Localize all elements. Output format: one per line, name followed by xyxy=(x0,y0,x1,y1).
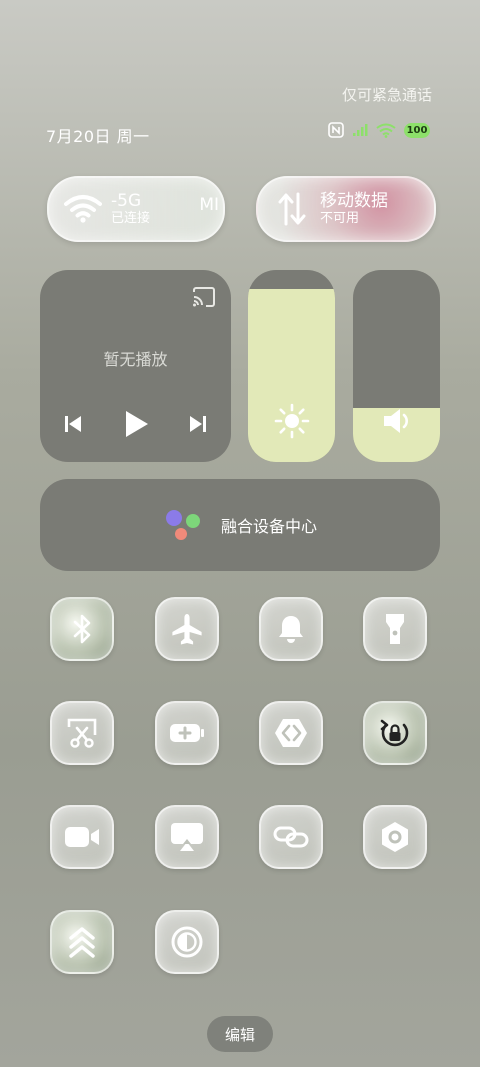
fusion-device-center[interactable]: 融合设备中心 xyxy=(40,479,440,571)
airplane-toggle[interactable] xyxy=(155,597,219,661)
settings-hex-toggle[interactable] xyxy=(363,805,427,869)
video-icon xyxy=(64,824,100,850)
airplane-icon xyxy=(170,612,204,646)
next-track-icon[interactable] xyxy=(187,413,209,435)
battery-icon: 100 xyxy=(404,122,430,138)
wifi-toggle[interactable]: -5G 已连接 MI xyxy=(47,176,225,242)
chevrons-up-icon xyxy=(67,925,97,959)
data-arrows-icon xyxy=(272,192,312,226)
mobile-data-title: 移动数据 xyxy=(320,191,388,211)
code-icon xyxy=(273,717,309,749)
screencast-icon xyxy=(170,822,204,852)
screenshot-toggle[interactable] xyxy=(50,701,114,765)
mobile-data-status: 不可用 xyxy=(320,211,360,227)
wifi-icon xyxy=(376,123,396,138)
settings-hex-icon xyxy=(378,820,412,854)
cast-icon[interactable] xyxy=(191,286,217,312)
link-toggle[interactable] xyxy=(259,805,323,869)
brightness-slider[interactable] xyxy=(248,270,335,462)
status-icons: 100 xyxy=(328,122,430,138)
speaker-icon xyxy=(353,406,440,436)
fusion-label: 融合设备中心 xyxy=(220,517,317,536)
link-icon xyxy=(273,822,309,852)
screenshot-icon xyxy=(66,717,98,749)
screencast-toggle[interactable] xyxy=(155,805,219,869)
rotation-lock-icon xyxy=(378,716,412,750)
edit-button[interactable]: 编辑 xyxy=(207,1016,273,1052)
media-title: 暂无播放 xyxy=(103,350,168,369)
mobile-data-toggle[interactable]: 移动数据 不可用 xyxy=(256,176,436,242)
signal-icon xyxy=(353,124,368,136)
media-player[interactable]: 暂无播放 xyxy=(40,270,231,462)
bluetooth-toggle[interactable] xyxy=(50,597,114,661)
wifi-name-overflow: MI xyxy=(199,195,219,215)
previous-track-icon[interactable] xyxy=(62,413,84,435)
sun-icon xyxy=(248,402,335,440)
wifi-name: -5G xyxy=(111,191,142,211)
wifi-tile-icon xyxy=(63,194,103,224)
play-icon[interactable] xyxy=(121,408,151,440)
nfc-icon xyxy=(328,122,344,138)
rotation-lock-toggle[interactable] xyxy=(363,701,427,765)
code-toggle[interactable] xyxy=(259,701,323,765)
fusion-dots-icon xyxy=(165,510,200,540)
flashlight-toggle[interactable] xyxy=(363,597,427,661)
date-text: 7月20日 周一 xyxy=(46,127,150,146)
bell-toggle[interactable] xyxy=(259,597,323,661)
chevrons-up-toggle[interactable] xyxy=(50,910,114,974)
battery-saver-toggle[interactable] xyxy=(155,701,219,765)
wifi-status: 已连接 xyxy=(111,211,151,227)
battery-saver-icon xyxy=(169,722,205,744)
bell-icon xyxy=(276,613,306,645)
bluetooth-icon xyxy=(69,613,95,645)
contrast-icon xyxy=(170,925,204,959)
volume-slider[interactable] xyxy=(353,270,440,462)
emergency-call-text: 仅可紧急通话 xyxy=(341,86,432,104)
flashlight-icon xyxy=(384,612,406,646)
contrast-toggle[interactable] xyxy=(155,910,219,974)
video-toggle[interactable] xyxy=(50,805,114,869)
